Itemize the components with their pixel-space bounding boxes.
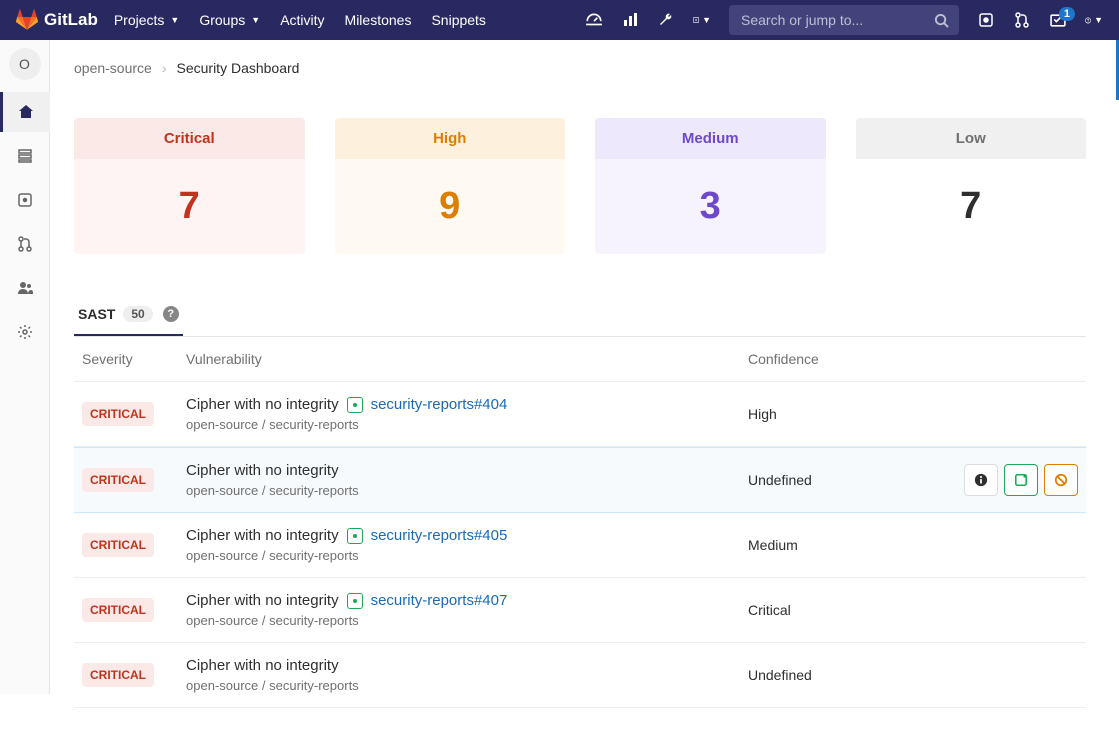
chevron-down-icon: ▼: [251, 15, 260, 25]
vuln-title: Cipher with no integrity: [186, 396, 339, 413]
top-tool-icons: ▼: [585, 11, 711, 29]
table-row[interactable]: CRITICAL Cipher with no integrity open-s…: [74, 643, 1086, 708]
tab-sast[interactable]: SAST 50 ?: [74, 294, 183, 336]
vuln-path: open-source / security-reports: [186, 417, 748, 432]
chevron-down-icon: ▼: [1094, 15, 1103, 25]
tanuki-icon: [16, 9, 38, 31]
severity-summary-cards: Critical 7 High 9 Medium 3 Low 7: [74, 118, 1086, 254]
severity-badge: CRITICAL: [82, 402, 154, 426]
confidence-value: Undefined: [748, 472, 948, 488]
nav-groups[interactable]: Groups▼: [199, 12, 260, 28]
primary-nav: Projects▼ Groups▼ Activity Milestones Sn…: [114, 12, 486, 28]
breadcrumb-current: Security Dashboard: [177, 60, 300, 76]
todos-badge: 1: [1059, 7, 1075, 21]
severity-badge: CRITICAL: [82, 533, 154, 557]
card-label: High: [335, 118, 566, 159]
tab-count: 50: [123, 306, 152, 322]
help-icon[interactable]: ▼: [1085, 11, 1103, 29]
plus-icon[interactable]: ▼: [693, 11, 711, 29]
severity-badge: CRITICAL: [82, 598, 154, 622]
card-count: 3: [595, 159, 826, 254]
brand-name: GitLab: [44, 10, 98, 30]
card-count: 7: [856, 159, 1087, 254]
confidence-value: Medium: [748, 537, 948, 553]
top-right-icons: 1 ▼: [977, 11, 1103, 29]
table-header: Severity Vulnerability Confidence: [74, 337, 1086, 382]
issue-link[interactable]: security-reports#405: [371, 527, 508, 544]
severity-badge: CRITICAL: [82, 663, 154, 687]
issue-open-icon: [347, 593, 363, 609]
help-icon[interactable]: ?: [163, 306, 179, 322]
todos-icon[interactable]: 1: [1049, 11, 1067, 29]
header-confidence: Confidence: [748, 351, 948, 367]
card-count: 7: [74, 159, 305, 254]
sidebar-item-epics[interactable]: [0, 136, 50, 176]
wrench-icon[interactable]: [657, 11, 675, 29]
issue-open-icon: [347, 397, 363, 413]
nav-snippets[interactable]: Snippets: [431, 12, 485, 28]
header-severity: Severity: [82, 351, 186, 367]
search-placeholder: Search or jump to...: [741, 12, 863, 28]
dismiss-button[interactable]: [1044, 464, 1078, 496]
table-row[interactable]: CRITICAL Cipher with no integrity open-s…: [74, 447, 1086, 513]
table-row[interactable]: CRITICAL Cipher with no integrity securi…: [74, 513, 1086, 578]
card-count: 9: [335, 159, 566, 254]
chevron-down-icon: ▼: [702, 15, 711, 25]
issues-icon[interactable]: [977, 11, 995, 29]
sidebar-item-merge-requests[interactable]: [0, 224, 50, 264]
vuln-path: open-source / security-reports: [186, 483, 748, 498]
sidebar-item-issues[interactable]: [0, 180, 50, 220]
card-label: Critical: [74, 118, 305, 159]
vuln-title: Cipher with no integrity: [186, 462, 339, 479]
issue-link[interactable]: security-reports#404: [371, 396, 508, 413]
vuln-path: open-source / security-reports: [186, 678, 748, 693]
table-row[interactable]: CRITICAL Cipher with no integrity securi…: [74, 578, 1086, 643]
card-medium[interactable]: Medium 3: [595, 118, 826, 254]
search-icon: [934, 13, 949, 28]
sidebar-item-overview[interactable]: [0, 92, 50, 132]
vuln-title: Cipher with no integrity: [186, 527, 339, 544]
table-row[interactable]: CRITICAL Cipher with no integrity securi…: [74, 382, 1086, 447]
card-label: Low: [856, 118, 1087, 159]
issue-open-icon: [347, 528, 363, 544]
breadcrumb: open-source › Security Dashboard: [74, 56, 1086, 94]
main-content: open-source › Security Dashboard Critica…: [50, 40, 1110, 732]
card-label: Medium: [595, 118, 826, 159]
more-info-button[interactable]: [964, 464, 998, 496]
merge-requests-icon[interactable]: [1013, 11, 1031, 29]
gitlab-logo[interactable]: GitLab: [16, 9, 98, 31]
sidebar-item-settings[interactable]: [0, 312, 50, 352]
tab-label: SAST: [78, 306, 115, 322]
card-critical[interactable]: Critical 7: [74, 118, 305, 254]
breadcrumb-separator: ›: [162, 60, 167, 76]
sidebar-item-members[interactable]: [0, 268, 50, 308]
severity-badge: CRITICAL: [82, 468, 154, 492]
report-tabs: SAST 50 ?: [74, 294, 1086, 337]
chart-icon[interactable]: [621, 11, 639, 29]
chevron-down-icon: ▼: [170, 15, 179, 25]
search-input[interactable]: Search or jump to...: [729, 5, 959, 35]
card-high[interactable]: High 9: [335, 118, 566, 254]
nav-projects[interactable]: Projects▼: [114, 12, 180, 28]
vuln-title: Cipher with no integrity: [186, 592, 339, 609]
create-issue-button[interactable]: [1004, 464, 1038, 496]
confidence-value: Undefined: [748, 667, 948, 683]
vulnerability-table: Severity Vulnerability Confidence CRITIC…: [74, 337, 1086, 708]
dashboard-icon[interactable]: [585, 11, 603, 29]
vuln-path: open-source / security-reports: [186, 548, 748, 563]
nav-activity[interactable]: Activity: [280, 12, 324, 28]
card-low[interactable]: Low 7: [856, 118, 1087, 254]
confidence-value: Critical: [748, 602, 948, 618]
vuln-path: open-source / security-reports: [186, 613, 748, 628]
confidence-value: High: [748, 406, 948, 422]
issue-link[interactable]: security-reports#407: [371, 592, 508, 609]
topbar: GitLab Projects▼ Groups▼ Activity Milest…: [0, 0, 1119, 40]
header-vulnerability: Vulnerability: [186, 351, 748, 367]
vuln-title: Cipher with no integrity: [186, 657, 339, 674]
sidebar: O: [0, 40, 50, 694]
breadcrumb-group[interactable]: open-source: [74, 60, 152, 76]
nav-milestones[interactable]: Milestones: [345, 12, 412, 28]
group-avatar[interactable]: O: [9, 48, 41, 80]
